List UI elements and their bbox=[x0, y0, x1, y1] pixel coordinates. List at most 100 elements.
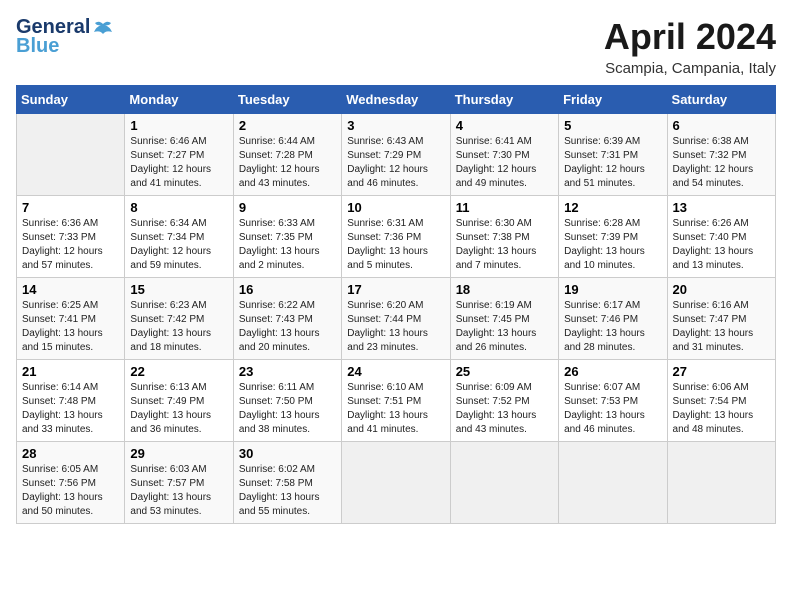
day-info: Sunrise: 6:17 AMSunset: 7:46 PMDaylight:… bbox=[564, 299, 661, 355]
day-number: 12 bbox=[564, 200, 661, 215]
day-info: Sunrise: 6:10 AMSunset: 7:51 PMDaylight:… bbox=[347, 381, 444, 437]
day-number: 5 bbox=[564, 118, 661, 133]
calendar-cell: 19 Sunrise: 6:17 AMSunset: 7:46 PMDayligh… bbox=[559, 278, 667, 360]
day-info: Sunrise: 6:30 AMSunset: 7:38 PMDaylight:… bbox=[456, 217, 553, 273]
day-info: Sunrise: 6:34 AMSunset: 7:34 PMDaylight:… bbox=[130, 217, 227, 273]
day-info: Sunrise: 6:07 AMSunset: 7:53 PMDaylight:… bbox=[564, 381, 661, 437]
day-number: 20 bbox=[673, 282, 770, 297]
day-info: Sunrise: 6:22 AMSunset: 7:43 PMDaylight:… bbox=[239, 299, 336, 355]
logo: General Blue bbox=[16, 16, 114, 58]
calendar-cell: 6 Sunrise: 6:38 AMSunset: 7:32 PMDaylight… bbox=[667, 114, 775, 196]
weekday-header-thursday: Thursday bbox=[450, 86, 558, 114]
calendar-cell bbox=[17, 114, 125, 196]
logo-blue-text: Blue bbox=[16, 35, 59, 58]
day-number: 6 bbox=[673, 118, 770, 133]
day-info: Sunrise: 6:16 AMSunset: 7:47 PMDaylight:… bbox=[673, 299, 770, 355]
weekday-header-monday: Monday bbox=[125, 86, 233, 114]
calendar-cell: 12 Sunrise: 6:28 AMSunset: 7:39 PMDayligh… bbox=[559, 196, 667, 278]
day-info: Sunrise: 6:38 AMSunset: 7:32 PMDaylight:… bbox=[673, 135, 770, 191]
day-info: Sunrise: 6:25 AMSunset: 7:41 PMDaylight:… bbox=[22, 299, 119, 355]
day-number: 28 bbox=[22, 446, 119, 461]
calendar-week-5: 28 Sunrise: 6:05 AMSunset: 7:56 PMDayligh… bbox=[17, 442, 776, 524]
location-subtitle: Scampia, Campania, Italy bbox=[604, 60, 776, 77]
day-info: Sunrise: 6:43 AMSunset: 7:29 PMDaylight:… bbox=[347, 135, 444, 191]
calendar-cell bbox=[559, 442, 667, 524]
page-header: General Blue April 2024 Scampia, Campani… bbox=[16, 16, 776, 77]
day-info: Sunrise: 6:33 AMSunset: 7:35 PMDaylight:… bbox=[239, 217, 336, 273]
calendar-cell: 3 Sunrise: 6:43 AMSunset: 7:29 PMDaylight… bbox=[342, 114, 450, 196]
day-info: Sunrise: 6:28 AMSunset: 7:39 PMDaylight:… bbox=[564, 217, 661, 273]
calendar-cell: 30Sunrise: 6:02 AMSunset: 7:58 PMDayligh… bbox=[233, 442, 341, 524]
day-number: 1 bbox=[130, 118, 227, 133]
day-number: 18 bbox=[456, 282, 553, 297]
title-block: April 2024 Scampia, Campania, Italy bbox=[604, 16, 776, 77]
calendar-cell: 13 Sunrise: 6:26 AMSunset: 7:40 PMDayligh… bbox=[667, 196, 775, 278]
day-info: Sunrise: 6:41 AMSunset: 7:30 PMDaylight:… bbox=[456, 135, 553, 191]
day-number: 24 bbox=[347, 364, 444, 379]
day-number: 2 bbox=[239, 118, 336, 133]
calendar-cell: 4 Sunrise: 6:41 AMSunset: 7:30 PMDaylight… bbox=[450, 114, 558, 196]
calendar-cell: 17Sunrise: 6:20 AMSunset: 7:44 PMDayligh… bbox=[342, 278, 450, 360]
calendar-cell: 27 Sunrise: 6:06 AMSunset: 7:54 PMDayligh… bbox=[667, 360, 775, 442]
calendar-cell bbox=[667, 442, 775, 524]
day-number: 7 bbox=[22, 200, 119, 215]
weekday-header-wednesday: Wednesday bbox=[342, 86, 450, 114]
day-number: 4 bbox=[456, 118, 553, 133]
calendar-cell bbox=[342, 442, 450, 524]
day-number: 9 bbox=[239, 200, 336, 215]
day-number: 13 bbox=[673, 200, 770, 215]
logo-bird-icon bbox=[92, 19, 114, 37]
calendar-cell: 26 Sunrise: 6:07 AMSunset: 7:53 PMDayligh… bbox=[559, 360, 667, 442]
calendar-cell: 20 Sunrise: 6:16 AMSunset: 7:47 PMDayligh… bbox=[667, 278, 775, 360]
day-number: 29 bbox=[130, 446, 227, 461]
calendar-cell bbox=[450, 442, 558, 524]
day-number: 3 bbox=[347, 118, 444, 133]
day-info: Sunrise: 6:39 AMSunset: 7:31 PMDaylight:… bbox=[564, 135, 661, 191]
day-number: 15 bbox=[130, 282, 227, 297]
day-info: Sunrise: 6:09 AMSunset: 7:52 PMDaylight:… bbox=[456, 381, 553, 437]
day-info: Sunrise: 6:26 AMSunset: 7:40 PMDaylight:… bbox=[673, 217, 770, 273]
day-number: 10 bbox=[347, 200, 444, 215]
day-number: 8 bbox=[130, 200, 227, 215]
day-info: Sunrise: 6:05 AMSunset: 7:56 PMDaylight:… bbox=[22, 463, 119, 519]
day-info: Sunrise: 6:23 AMSunset: 7:42 PMDaylight:… bbox=[130, 299, 227, 355]
day-number: 26 bbox=[564, 364, 661, 379]
day-info: Sunrise: 6:46 AMSunset: 7:27 PMDaylight:… bbox=[130, 135, 227, 191]
calendar-week-4: 21Sunrise: 6:14 AMSunset: 7:48 PMDayligh… bbox=[17, 360, 776, 442]
calendar-table: SundayMondayTuesdayWednesdayThursdayFrid… bbox=[16, 85, 776, 524]
calendar-cell: 22Sunrise: 6:13 AMSunset: 7:49 PMDayligh… bbox=[125, 360, 233, 442]
day-number: 27 bbox=[673, 364, 770, 379]
weekday-header-sunday: Sunday bbox=[17, 86, 125, 114]
calendar-cell: 2Sunrise: 6:44 AMSunset: 7:28 PMDaylight… bbox=[233, 114, 341, 196]
calendar-week-2: 7Sunrise: 6:36 AMSunset: 7:33 PMDaylight… bbox=[17, 196, 776, 278]
calendar-cell: 8 Sunrise: 6:34 AMSunset: 7:34 PMDaylight… bbox=[125, 196, 233, 278]
day-info: Sunrise: 6:03 AMSunset: 7:57 PMDaylight:… bbox=[130, 463, 227, 519]
calendar-cell: 24 Sunrise: 6:10 AMSunset: 7:51 PMDayligh… bbox=[342, 360, 450, 442]
day-number: 19 bbox=[564, 282, 661, 297]
day-info: Sunrise: 6:11 AMSunset: 7:50 PMDaylight:… bbox=[239, 381, 336, 437]
day-info: Sunrise: 6:19 AMSunset: 7:45 PMDaylight:… bbox=[456, 299, 553, 355]
calendar-cell: 23 Sunrise: 6:11 AMSunset: 7:50 PMDayligh… bbox=[233, 360, 341, 442]
calendar-cell: 5 Sunrise: 6:39 AMSunset: 7:31 PMDaylight… bbox=[559, 114, 667, 196]
day-number: 23 bbox=[239, 364, 336, 379]
day-number: 17 bbox=[347, 282, 444, 297]
calendar-cell: 28 Sunrise: 6:05 AMSunset: 7:56 PMDayligh… bbox=[17, 442, 125, 524]
calendar-cell: 18 Sunrise: 6:19 AMSunset: 7:45 PMDayligh… bbox=[450, 278, 558, 360]
day-info: Sunrise: 6:13 AMSunset: 7:49 PMDaylight:… bbox=[130, 381, 227, 437]
calendar-cell: 9 Sunrise: 6:33 AMSunset: 7:35 PMDaylight… bbox=[233, 196, 341, 278]
calendar-cell: 15 Sunrise: 6:23 AMSunset: 7:42 PMDayligh… bbox=[125, 278, 233, 360]
calendar-cell: 16Sunrise: 6:22 AMSunset: 7:43 PMDayligh… bbox=[233, 278, 341, 360]
day-info: Sunrise: 6:06 AMSunset: 7:54 PMDaylight:… bbox=[673, 381, 770, 437]
calendar-week-1: 1 Sunrise: 6:46 AMSunset: 7:27 PMDaylight… bbox=[17, 114, 776, 196]
calendar-week-3: 14Sunrise: 6:25 AMSunset: 7:41 PMDayligh… bbox=[17, 278, 776, 360]
calendar-cell: 1 Sunrise: 6:46 AMSunset: 7:27 PMDaylight… bbox=[125, 114, 233, 196]
day-number: 25 bbox=[456, 364, 553, 379]
calendar-cell: 11Sunrise: 6:30 AMSunset: 7:38 PMDayligh… bbox=[450, 196, 558, 278]
calendar-cell: 21Sunrise: 6:14 AMSunset: 7:48 PMDayligh… bbox=[17, 360, 125, 442]
weekday-header-tuesday: Tuesday bbox=[233, 86, 341, 114]
calendar-cell: 25 Sunrise: 6:09 AMSunset: 7:52 PMDayligh… bbox=[450, 360, 558, 442]
month-title: April 2024 bbox=[604, 16, 776, 58]
day-number: 30 bbox=[239, 446, 336, 461]
day-info: Sunrise: 6:14 AMSunset: 7:48 PMDaylight:… bbox=[22, 381, 119, 437]
weekday-header-saturday: Saturday bbox=[667, 86, 775, 114]
